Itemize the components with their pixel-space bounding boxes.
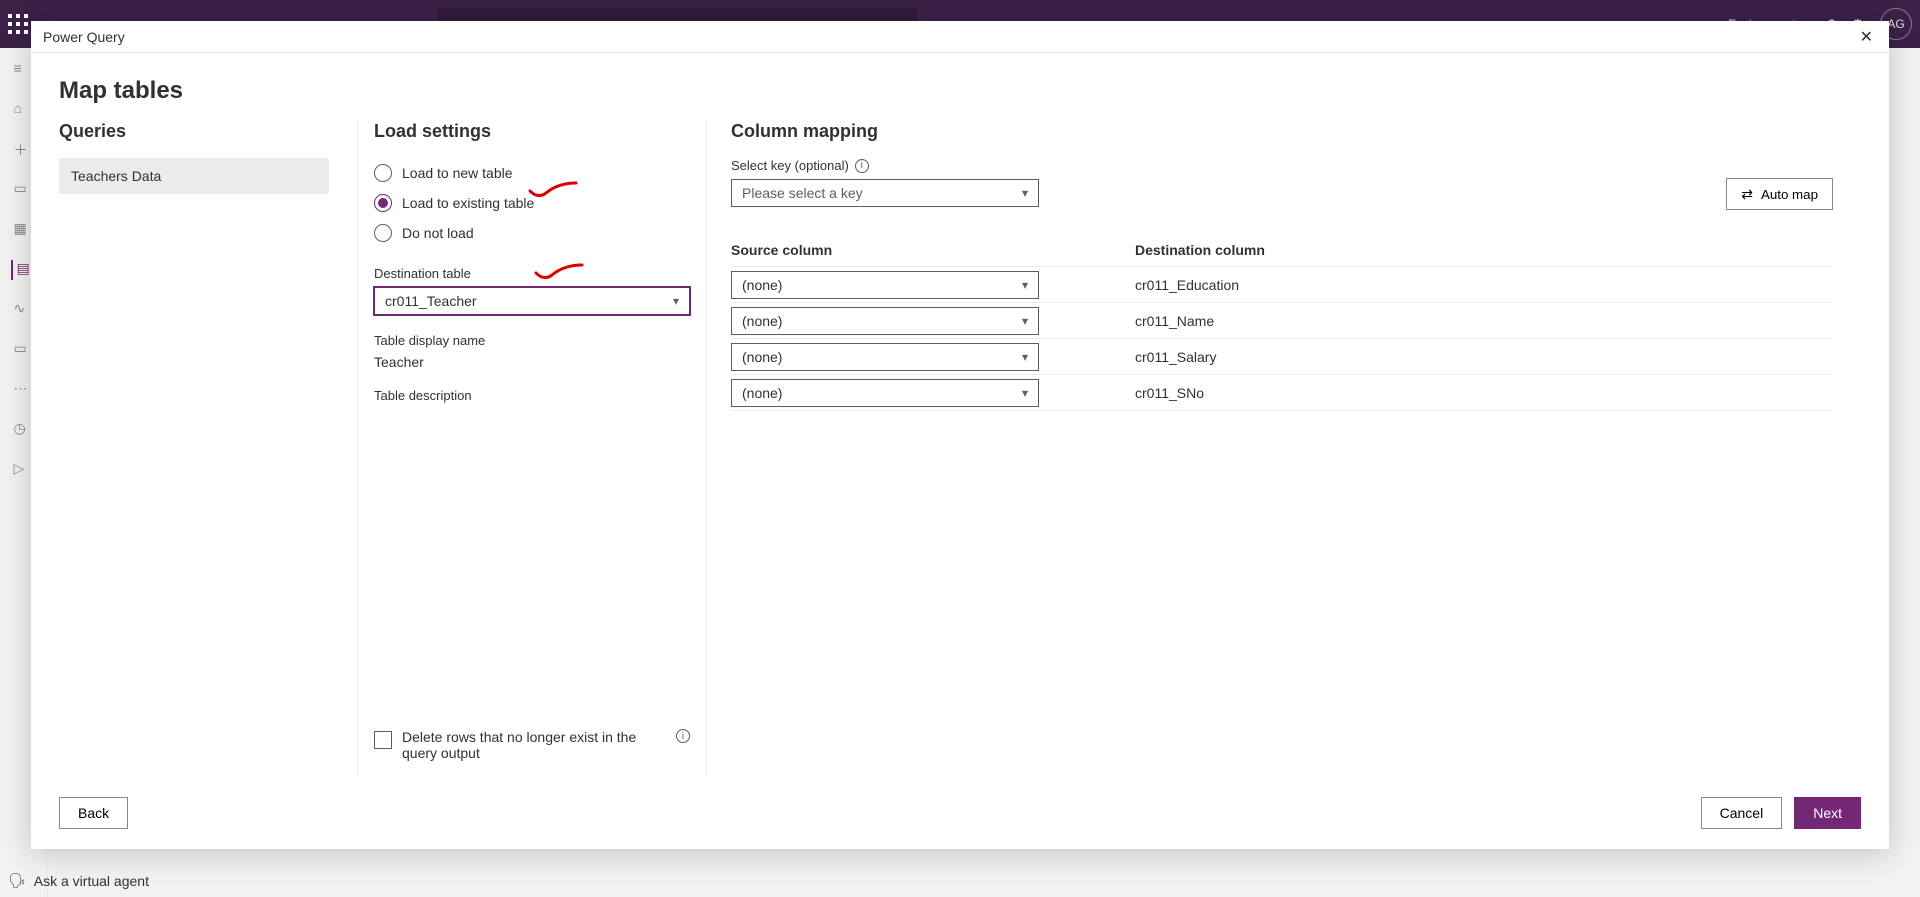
- chevron-down-icon: ▾: [673, 294, 679, 308]
- chevron-down-icon: ▾: [1022, 386, 1028, 400]
- info-icon[interactable]: i: [676, 729, 690, 743]
- radio-icon: [374, 164, 392, 182]
- source-column-select[interactable]: (none) ▾: [731, 271, 1039, 299]
- queries-panel: Queries Teachers Data: [59, 121, 357, 777]
- queries-heading: Queries: [59, 121, 329, 142]
- dest-column-header: Destination column: [1135, 242, 1265, 258]
- display-name-value: Teacher: [374, 354, 690, 370]
- dest-column-value: cr011_Name: [1135, 313, 1214, 329]
- source-column-value: (none): [742, 313, 782, 329]
- table-row: (none) ▾ cr011_SNo: [731, 375, 1833, 411]
- table-row: (none) ▾ cr011_Salary: [731, 339, 1833, 375]
- description-label: Table description: [374, 388, 690, 403]
- dest-column-value: cr011_Salary: [1135, 349, 1216, 365]
- back-button[interactable]: Back: [59, 797, 128, 829]
- checkbox-icon: [374, 731, 392, 749]
- next-button[interactable]: Next: [1794, 797, 1861, 829]
- radio-label: Do not load: [402, 225, 474, 241]
- auto-map-label: Auto map: [1761, 187, 1818, 202]
- dest-column-value: cr011_Education: [1135, 277, 1239, 293]
- tables-icon[interactable]: ▤: [11, 260, 31, 280]
- mapping-table: Source column Destination column (none) …: [731, 234, 1833, 411]
- close-icon[interactable]: ✕: [1856, 23, 1877, 51]
- modal-footer: Back Cancel Next: [31, 777, 1889, 849]
- radio-do-not-load[interactable]: Do not load: [374, 224, 690, 242]
- load-settings-panel: Load settings Load to new table Load to …: [357, 121, 707, 777]
- dest-table-label: Destination table: [374, 266, 690, 281]
- chevron-down-icon: ▾: [1022, 350, 1028, 364]
- page-title: Map tables: [59, 77, 1861, 105]
- automap-icon: ⇄: [1741, 186, 1753, 203]
- dest-table-select[interactable]: cr011_Teacher ▾: [374, 287, 690, 315]
- waffle-icon[interactable]: [8, 14, 28, 34]
- select-key-label: Select key (optional): [731, 158, 849, 173]
- auto-map-button[interactable]: ⇄ Auto map: [1726, 178, 1833, 210]
- select-key-dropdown[interactable]: Please select a key ▾: [731, 179, 1039, 207]
- radio-label: Load to existing table: [402, 195, 534, 211]
- source-column-value: (none): [742, 277, 782, 293]
- dest-table-value: cr011_Teacher: [385, 293, 477, 309]
- chevron-down-icon: ▾: [1022, 314, 1028, 328]
- cancel-button[interactable]: Cancel: [1701, 797, 1783, 829]
- chevron-down-icon: ▾: [1022, 186, 1028, 200]
- source-column-select[interactable]: (none) ▾: [731, 343, 1039, 371]
- radio-icon: [374, 194, 392, 212]
- radio-load-existing[interactable]: Load to existing table: [374, 194, 690, 212]
- radio-load-new[interactable]: Load to new table: [374, 164, 690, 182]
- power-query-modal: Power Query ✕ Map tables Queries Teacher…: [31, 21, 1889, 849]
- source-column-select[interactable]: (none) ▾: [731, 379, 1039, 407]
- source-column-header: Source column: [731, 242, 1135, 258]
- radio-label: Load to new table: [402, 165, 513, 181]
- column-mapping-panel: Column mapping Select key (optional) i P…: [707, 121, 1861, 777]
- source-column-value: (none): [742, 385, 782, 401]
- table-row: (none) ▾ cr011_Education: [731, 267, 1833, 303]
- dest-column-value: cr011_SNo: [1135, 385, 1204, 401]
- info-icon[interactable]: i: [855, 159, 869, 173]
- ask-agent-label: Ask a virtual agent: [34, 873, 149, 889]
- delete-rows-label: Delete rows that no longer exist in the …: [402, 729, 666, 761]
- query-item[interactable]: Teachers Data: [59, 158, 329, 194]
- modal-title: Power Query: [43, 29, 125, 45]
- table-row: (none) ▾ cr011_Name: [731, 303, 1833, 339]
- display-name-label: Table display name: [374, 333, 690, 348]
- ask-virtual-agent[interactable]: 🗣 Ask a virtual agent: [8, 872, 149, 889]
- source-column-value: (none): [742, 349, 782, 365]
- chevron-down-icon: ▾: [1022, 278, 1028, 292]
- load-settings-heading: Load settings: [374, 121, 690, 142]
- source-column-select[interactable]: (none) ▾: [731, 307, 1039, 335]
- modal-header: Power Query ✕: [31, 21, 1889, 53]
- radio-icon: [374, 224, 392, 242]
- select-key-placeholder: Please select a key: [742, 185, 863, 201]
- delete-rows-checkbox[interactable]: Delete rows that no longer exist in the …: [374, 729, 690, 761]
- column-mapping-heading: Column mapping: [731, 121, 1833, 142]
- agent-icon: 🗣: [8, 872, 26, 889]
